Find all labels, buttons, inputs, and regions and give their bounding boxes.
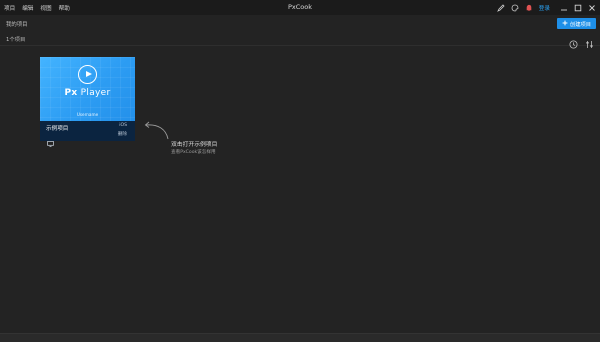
menu-item-help[interactable]: 帮助 [59,4,70,12]
pen-icon[interactable] [496,3,505,12]
status-bar-icons [575,335,594,342]
page-title: 我的项目 [6,22,28,28]
close-icon[interactable] [588,4,596,12]
menu-item-view[interactable]: 视图 [40,4,51,12]
hint-subtitle: 查看PxCook该怎样用 [171,150,216,155]
plus-icon [562,20,568,28]
delete-project-button[interactable]: 删除 [118,131,127,137]
create-project-label: 创建项目 [569,21,592,28]
clock-icon[interactable] [569,34,578,53]
home-icon[interactable] [575,335,582,342]
palette-icon[interactable] [511,4,519,12]
hint-title: 双击打开示例项目 [171,142,218,148]
menu-item-project[interactable]: 项目 [4,4,15,12]
bell-icon[interactable] [525,4,533,12]
login-link[interactable]: 登录 [539,4,550,12]
play-icon [78,65,97,84]
sliders-icon[interactable] [585,34,594,53]
curved-arrow-icon [142,119,170,145]
minimize-icon[interactable] [560,4,568,12]
create-project-button[interactable]: 创建项目 [557,18,596,29]
status-bar [0,333,600,342]
toolbar-icons [569,34,594,53]
project-toolbar: 1个项目 [0,31,600,49]
titlebar-actions: 登录 [496,0,596,15]
project-name: 示例项目 [46,126,69,132]
share-icon[interactable] [587,335,594,342]
menu-item-edit[interactable]: 编辑 [22,4,33,12]
project-count: 1个项目 [6,37,26,43]
menu-bar: 项目 编辑 视图 帮助 [0,4,77,12]
thumbnail-title-rest: Player [77,88,111,98]
project-platform: iOS [119,123,127,128]
subheader: 我的项目 创建项目 [0,15,600,31]
project-card[interactable]: Px Player Username 示例项目 iOS 删除 [40,57,135,147]
thumbnail-subtitle: Username [76,112,99,117]
maximize-icon[interactable] [574,4,582,12]
thumbnail-title: Px Player [40,88,135,98]
monitor-icon [47,132,54,151]
project-thumbnail[interactable]: Px Player Username [40,57,135,121]
thumbnail-title-bold: Px [64,88,78,98]
